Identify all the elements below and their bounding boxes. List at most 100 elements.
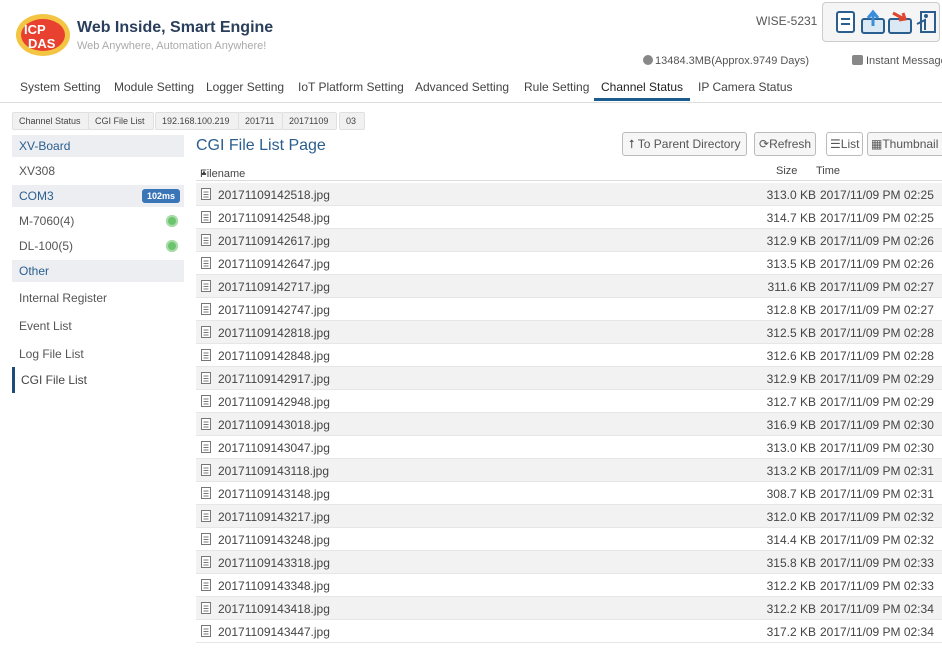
breadcrumb-item[interactable]: 20171109 xyxy=(282,112,338,130)
breadcrumb-item[interactable]: 201711 xyxy=(238,112,284,130)
file-name-link[interactable]: 20171109143318.jpg xyxy=(218,556,330,570)
file-row[interactable]: 20171109143248.jpg 314.4 KB 2017/11/09 PM … xyxy=(196,528,942,551)
file-name-link[interactable]: 20171109143348.jpg xyxy=(218,579,330,593)
file-name-link[interactable]: 20171109142948.jpg xyxy=(218,395,330,409)
file-size: 312.2 KB xyxy=(766,579,816,593)
sidebar-item-cgi-file-list[interactable]: CGI File List xyxy=(12,367,184,393)
file-name-link[interactable]: 20171109143118.jpg xyxy=(218,464,329,478)
file-row[interactable]: 20171109142747.jpg 312.8 KB 2017/11/09 PM … xyxy=(196,298,942,321)
file-icon xyxy=(201,395,211,407)
file-icon xyxy=(201,625,211,637)
column-time[interactable]: Time xyxy=(816,165,840,177)
file-row[interactable]: 20171109143217.jpg 312.0 KB 2017/11/09 PM … xyxy=(196,505,942,528)
file-size: 313.2 KB xyxy=(766,464,816,478)
file-name-link[interactable]: 20171109143217.jpg xyxy=(218,510,330,524)
nav-module-setting[interactable]: Module Setting xyxy=(114,80,194,94)
arrow-up-icon: ⭡ xyxy=(629,137,638,151)
thumbnail-view-button[interactable]: ▦Thumbnail xyxy=(867,132,942,156)
breadcrumb-item[interactable]: Channel Status xyxy=(12,112,90,130)
file-row[interactable]: 20171109142617.jpg 312.9 KB 2017/11/09 PM … xyxy=(196,229,942,252)
file-name-link[interactable]: 20171109143047.jpg xyxy=(218,441,330,455)
nav-channel-status[interactable]: Channel Status xyxy=(601,80,683,94)
instant-message-link[interactable]: Instant Message xyxy=(852,55,942,67)
file-row[interactable]: 20171109142917.jpg 312.9 KB 2017/11/09 PM … xyxy=(196,367,942,390)
file-name-link[interactable]: 20171109143418.jpg xyxy=(218,602,330,616)
sidebar-item-other[interactable]: Other xyxy=(12,260,184,282)
nav-system-setting[interactable]: System Setting xyxy=(20,80,101,94)
download-icon[interactable] xyxy=(887,9,913,35)
file-size: 314.4 KB xyxy=(766,533,816,547)
nav-rule-setting[interactable]: Rule Setting xyxy=(524,80,589,94)
file-row[interactable]: 20171109142818.jpg 312.5 KB 2017/11/09 PM … xyxy=(196,321,942,344)
file-row[interactable]: 20171109142518.jpg 313.0 KB 2017/11/09 PM … xyxy=(196,183,942,206)
document-icon[interactable] xyxy=(833,9,859,35)
sidebar-item-dl100[interactable]: DL-100(5) xyxy=(12,235,184,257)
file-time: 2017/11/09 PM 02:27 xyxy=(820,303,934,317)
file-name-link[interactable]: 20171109142917.jpg xyxy=(218,372,330,386)
sort-asc-icon: ▲ xyxy=(200,168,208,177)
column-size[interactable]: Size xyxy=(776,165,797,177)
file-row[interactable]: 20171109142548.jpg 314.7 KB 2017/11/09 PM … xyxy=(196,206,942,229)
file-time: 2017/11/09 PM 02:25 xyxy=(820,188,934,202)
file-row[interactable]: 20171109143018.jpg 316.9 KB 2017/11/09 PM … xyxy=(196,413,942,436)
file-row[interactable]: 20171109142948.jpg 312.7 KB 2017/11/09 PM … xyxy=(196,390,942,413)
file-icon xyxy=(201,188,211,200)
file-name-link[interactable]: 20171109143248.jpg xyxy=(218,533,330,547)
file-icon xyxy=(201,326,211,338)
sidebar-item-internal-register[interactable]: Internal Register xyxy=(12,285,184,311)
file-size: 315.8 KB xyxy=(766,556,816,570)
sidebar-item-com3[interactable]: COM3 102ms xyxy=(12,185,184,207)
file-time: 2017/11/09 PM 02:33 xyxy=(820,556,934,570)
list-view-button[interactable]: ☰List xyxy=(826,132,864,156)
file-row[interactable]: 20171109143148.jpg 308.7 KB 2017/11/09 PM … xyxy=(196,482,942,505)
sidebar-item-m7060[interactable]: M-7060(4) xyxy=(12,210,184,232)
file-icon xyxy=(201,487,211,499)
file-row[interactable]: 20171109143348.jpg 312.2 KB 2017/11/09 PM … xyxy=(196,574,942,597)
nav-ip-camera-status[interactable]: IP Camera Status xyxy=(698,80,793,94)
logout-icon[interactable] xyxy=(914,9,940,35)
file-name-link[interactable]: 20171109143447.jpg xyxy=(218,625,330,639)
nav-iot-platform-setting[interactable]: IoT Platform Setting xyxy=(298,80,404,94)
sidebar-item-xv-board[interactable]: XV-Board xyxy=(12,135,184,157)
file-name-link[interactable]: 20171109142747.jpg xyxy=(218,303,330,317)
file-row[interactable]: 20171109143418.jpg 312.2 KB 2017/11/09 PM … xyxy=(196,597,942,620)
refresh-button[interactable]: ⟳Refresh xyxy=(754,132,817,156)
file-name-link[interactable]: 20171109143018.jpg xyxy=(218,418,330,432)
file-name-link[interactable]: 20171109142617.jpg xyxy=(218,234,330,248)
file-name-link[interactable]: 20171109142717.jpg xyxy=(218,280,330,294)
file-row[interactable]: 20171109143118.jpg 313.2 KB 2017/11/09 PM … xyxy=(196,459,942,482)
list-icon: ☰ xyxy=(830,137,841,151)
file-row[interactable]: 20171109143047.jpg 313.0 KB 2017/11/09 PM … xyxy=(196,436,942,459)
file-name-link[interactable]: 20171109142548.jpg xyxy=(218,211,330,225)
file-icon xyxy=(201,257,211,269)
breadcrumb-item[interactable]: 192.168.100.219 xyxy=(155,112,239,130)
refresh-icon: ⟳ xyxy=(759,137,770,151)
sidebar-item-event-list[interactable]: Event List xyxy=(12,313,184,339)
file-size: 312.7 KB xyxy=(766,395,816,409)
upload-icon[interactable] xyxy=(860,9,886,35)
file-row[interactable]: 20171109142717.jpg 311.6 KB 2017/11/09 PM … xyxy=(196,275,942,298)
file-row[interactable]: 20171109143318.jpg 315.8 KB 2017/11/09 PM … xyxy=(196,551,942,574)
file-name-link[interactable]: 20171109142647.jpg xyxy=(218,257,330,271)
file-size: 313.0 KB xyxy=(766,188,816,202)
file-row[interactable]: 20171109142848.jpg 312.6 KB 2017/11/09 PM … xyxy=(196,344,942,367)
svg-text:DAS: DAS xyxy=(28,36,56,51)
file-time: 2017/11/09 PM 02:33 xyxy=(820,579,934,593)
file-name-link[interactable]: 20171109142818.jpg xyxy=(218,326,330,340)
sidebar-item-xv308[interactable]: XV308 xyxy=(12,160,184,182)
breadcrumb-item[interactable]: 03 xyxy=(339,112,366,130)
brand-title: Web Inside, Smart Engine xyxy=(77,19,274,36)
sidebar-item-label: DL-100(5) xyxy=(19,239,74,253)
file-row[interactable]: 20171109142647.jpg 313.5 KB 2017/11/09 PM … xyxy=(196,252,942,275)
file-row[interactable]: 20171109143447.jpg 317.2 KB 2017/11/09 PM … xyxy=(196,620,942,643)
sidebar-item-log-file-list[interactable]: Log File List xyxy=(12,341,184,367)
file-size: 314.7 KB xyxy=(766,211,816,225)
sidebar-item-label: XV308 xyxy=(19,164,56,178)
nav-advanced-setting[interactable]: Advanced Setting xyxy=(415,80,509,94)
parent-directory-button[interactable]: ⭡ To Parent Directory xyxy=(622,132,748,156)
file-name-link[interactable]: 20171109142848.jpg xyxy=(218,349,330,363)
nav-logger-setting[interactable]: Logger Setting xyxy=(206,80,284,94)
file-name-link[interactable]: 20171109142518.jpg xyxy=(218,188,330,202)
breadcrumb-item[interactable]: CGI File List xyxy=(88,112,154,130)
file-name-link[interactable]: 20171109143148.jpg xyxy=(218,487,330,501)
